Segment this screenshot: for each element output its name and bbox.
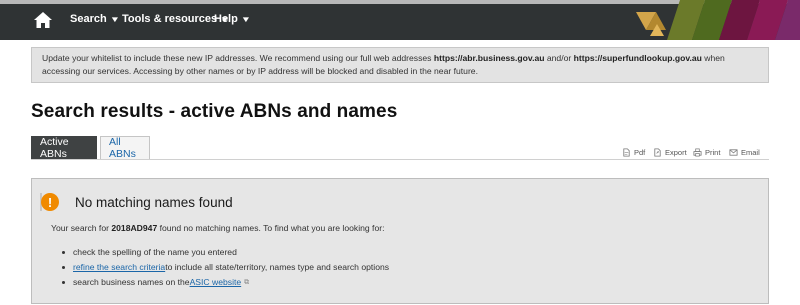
search-query: 2018AD947 bbox=[111, 223, 158, 233]
chevron-down-icon: ▼ bbox=[240, 14, 251, 24]
notice-url-superfund: https://superfundlookup.gov.au bbox=[573, 53, 702, 63]
export-label: Export bbox=[665, 148, 687, 157]
print-icon bbox=[693, 148, 702, 157]
page-title: Search results - active ABNs and names bbox=[31, 101, 398, 122]
email-label: Email bbox=[741, 148, 760, 157]
export-button[interactable]: Export bbox=[653, 148, 687, 157]
chevron-down-icon: ▼ bbox=[109, 14, 120, 24]
pdf-icon bbox=[623, 148, 630, 157]
print-button[interactable]: Print bbox=[693, 148, 720, 157]
summary-text: Your search for bbox=[51, 223, 112, 233]
nav-help-menu[interactable]: Help ▼ bbox=[214, 13, 251, 25]
brand-logo bbox=[636, 0, 800, 40]
pdf-label: Pdf bbox=[634, 148, 646, 157]
home-icon[interactable] bbox=[33, 11, 53, 29]
print-label: Print bbox=[705, 148, 721, 157]
nav-tools-label: Tools & resources bbox=[122, 13, 218, 25]
search-summary: Your search for 2018AD947 found no match… bbox=[51, 223, 384, 233]
result-tabs: Active ABNs All ABNs bbox=[31, 136, 150, 160]
tab-divider bbox=[31, 159, 769, 160]
list-item: refine the search criteria to include al… bbox=[62, 260, 389, 275]
nav-search-menu[interactable]: Search ▼ bbox=[70, 13, 120, 25]
list-item: search business names on the ASIC websit… bbox=[62, 275, 389, 290]
tab-active-abns[interactable]: Active ABNs bbox=[31, 136, 97, 160]
notice-text: Update your whitelist to include these n… bbox=[42, 53, 434, 63]
email-button[interactable]: Email bbox=[729, 148, 760, 157]
no-results-title: No matching names found bbox=[75, 195, 233, 210]
suggestion-list: check the spelling of the name you enter… bbox=[62, 245, 389, 290]
summary-text: found no matching names. To find what yo… bbox=[157, 223, 385, 233]
tab-all-abns[interactable]: All ABNs bbox=[100, 136, 150, 160]
notice-url-abr: https://abr.business.gov.au bbox=[433, 53, 545, 63]
refine-search-link[interactable]: refine the search criteria bbox=[73, 261, 165, 274]
nav-search-label: Search bbox=[70, 13, 107, 25]
suggestion-text: to include all state/territory, names ty… bbox=[165, 262, 390, 272]
warning-icon: ! bbox=[41, 193, 59, 211]
suggestion-text: search business names on the bbox=[73, 277, 190, 287]
top-nav-bar: Search ▼ Tools & resources ▼ Help ▼ bbox=[0, 0, 800, 40]
notice-text: and/or bbox=[544, 53, 574, 63]
suggestion-text: check the spelling of the name you enter… bbox=[73, 247, 237, 257]
no-results-panel: ! No matching names found Your search fo… bbox=[31, 178, 769, 304]
export-icon bbox=[654, 148, 661, 157]
email-icon bbox=[729, 149, 738, 156]
asic-website-link[interactable]: ASIC website bbox=[190, 276, 242, 289]
nav-help-label: Help bbox=[214, 13, 238, 25]
external-link-icon: ⧉ bbox=[244, 279, 250, 286]
pdf-button[interactable]: Pdf bbox=[622, 148, 645, 157]
ip-whitelist-notice: Update your whitelist to include these n… bbox=[31, 47, 769, 83]
list-item: check the spelling of the name you enter… bbox=[62, 245, 389, 260]
